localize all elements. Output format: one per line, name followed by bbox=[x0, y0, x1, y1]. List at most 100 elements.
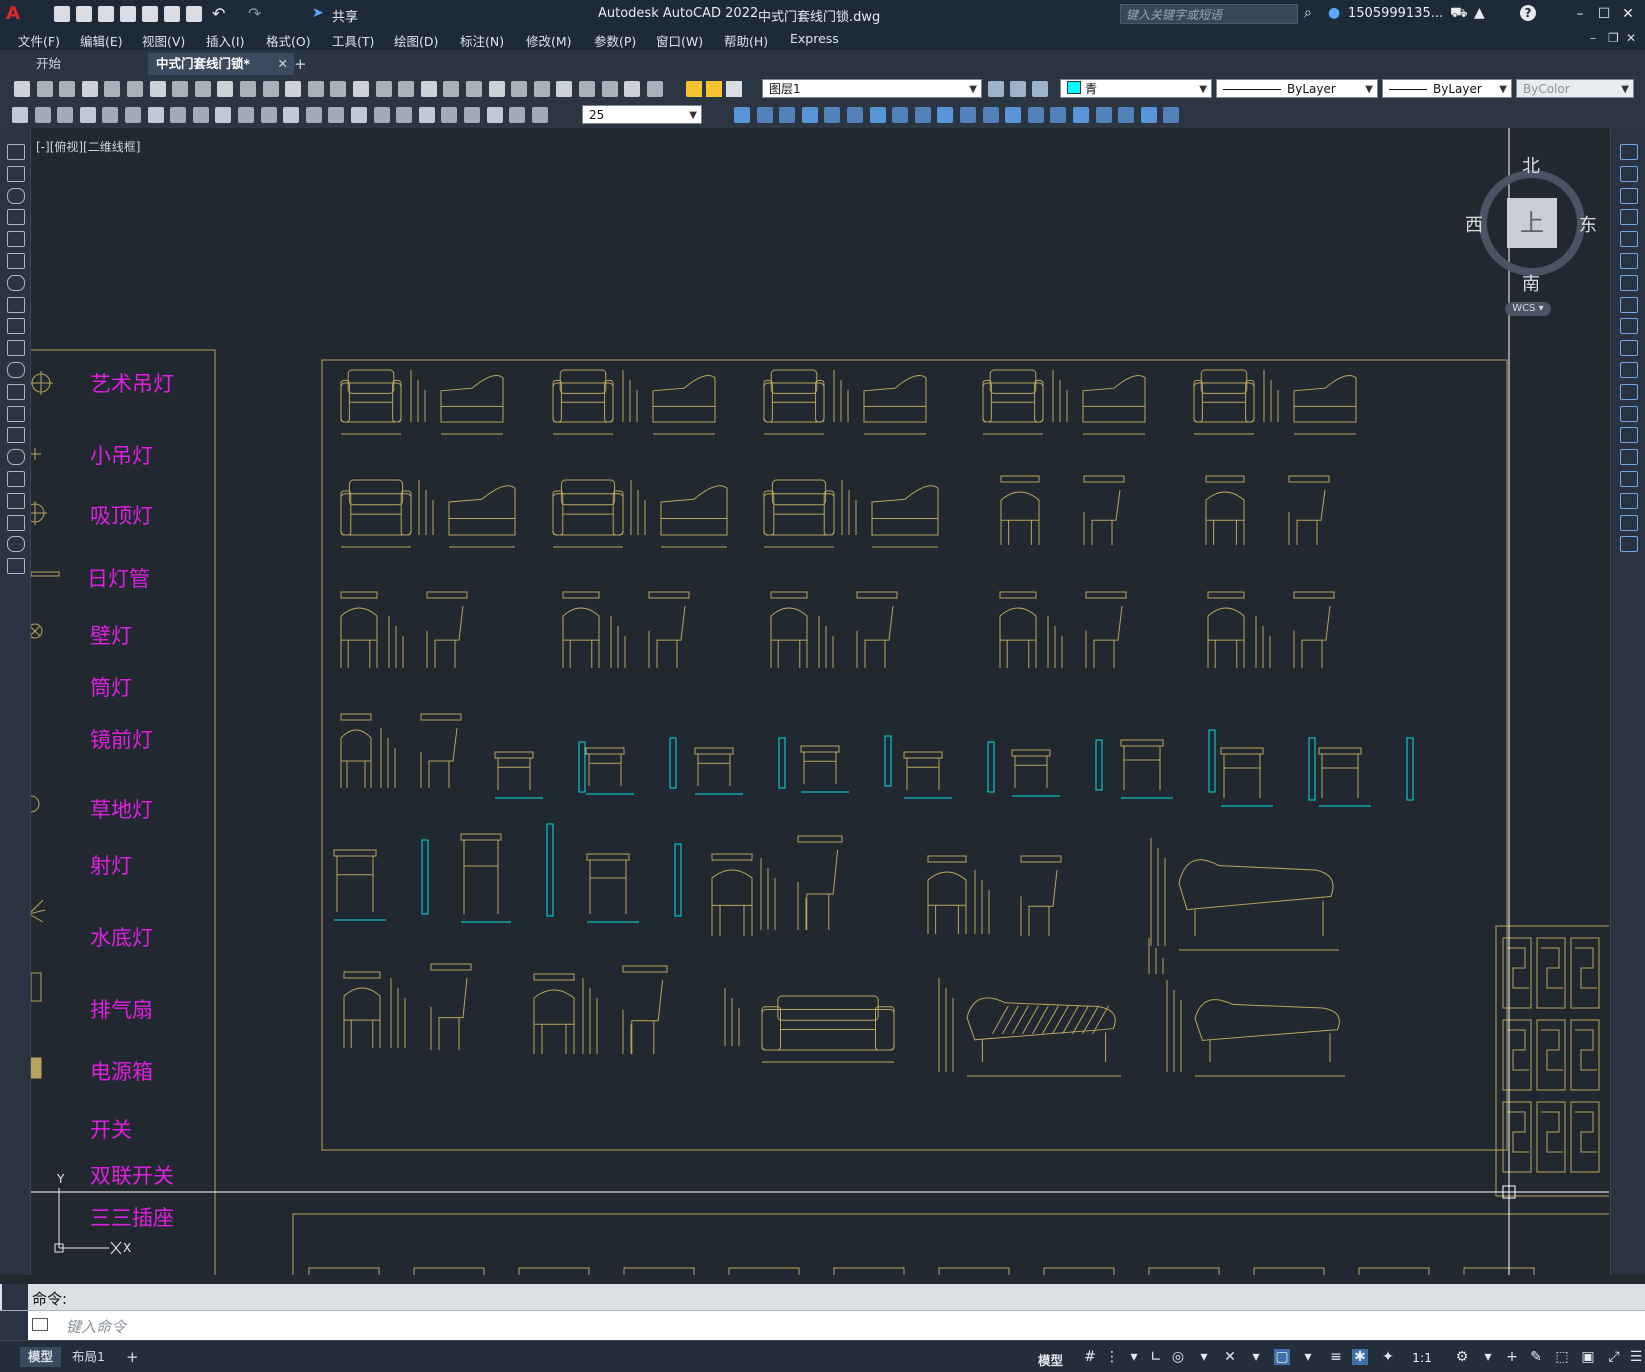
standard-tool-icon[interactable] bbox=[579, 81, 595, 97]
status-toggle-icon[interactable]: ≡ bbox=[1328, 1349, 1344, 1365]
color-dropdown[interactable]: 青 ▼ bbox=[1060, 79, 1212, 98]
search-icon[interactable]: ⌕ bbox=[1304, 5, 1312, 21]
chaise-lounge-block[interactable] bbox=[1194, 999, 1345, 1077]
dimension-block[interactable] bbox=[1166, 980, 1182, 1072]
dimension-block[interactable] bbox=[833, 370, 849, 422]
stool-block[interactable] bbox=[333, 839, 429, 921]
modify-tool-icon[interactable] bbox=[1620, 492, 1638, 509]
modify-tool-icon[interactable] bbox=[1118, 107, 1135, 123]
draw-tool-icon[interactable] bbox=[7, 165, 25, 182]
dimension-block[interactable] bbox=[724, 988, 740, 1046]
stool-block[interactable] bbox=[585, 737, 677, 795]
standard-tool-icon[interactable] bbox=[375, 81, 392, 97]
standard-tool-icon[interactable] bbox=[307, 81, 324, 97]
modify-tool-icon[interactable] bbox=[824, 107, 841, 123]
plotstyle-dropdown[interactable]: ByColor ▼ bbox=[1516, 79, 1634, 98]
sofa-block[interactable] bbox=[1193, 369, 1255, 435]
modify-tool-icon[interactable] bbox=[1620, 514, 1638, 531]
stool-block[interactable] bbox=[800, 735, 892, 793]
dimension-block[interactable] bbox=[410, 370, 426, 422]
standard-tool-icon[interactable] bbox=[646, 81, 663, 97]
standard-tool-icon[interactable] bbox=[127, 81, 143, 97]
modify-tool-icon[interactable] bbox=[1620, 187, 1638, 204]
chair-front-block[interactable] bbox=[1205, 475, 1245, 545]
menu-format[interactable]: 格式(O) bbox=[266, 31, 311, 50]
standard-tool-icon[interactable] bbox=[488, 81, 505, 97]
chair-front-block[interactable] bbox=[340, 591, 378, 668]
dimension-tool-icon[interactable] bbox=[486, 107, 503, 123]
modify-tool-icon[interactable] bbox=[1620, 405, 1638, 422]
modify-tool-icon[interactable] bbox=[1620, 362, 1638, 378]
autocad-logo-icon[interactable]: A bbox=[6, 4, 24, 24]
command-customize-icon[interactable] bbox=[32, 1318, 48, 1331]
standard-tool-icon[interactable] bbox=[330, 81, 347, 97]
dimension-block[interactable] bbox=[1263, 370, 1279, 422]
standard-tool-icon[interactable] bbox=[59, 81, 76, 97]
draw-tool-icon[interactable] bbox=[7, 514, 25, 531]
dimension-tool-icon[interactable] bbox=[418, 107, 435, 123]
draw-tool-icon[interactable] bbox=[7, 231, 25, 248]
modify-tool-icon[interactable] bbox=[1620, 209, 1638, 226]
doc-restore-icon[interactable]: ❐ bbox=[1608, 31, 1619, 45]
sofa-side-block[interactable] bbox=[1293, 375, 1357, 435]
dimension-tool-icon[interactable] bbox=[260, 107, 277, 123]
standard-tool-icon[interactable] bbox=[104, 81, 121, 97]
detail-pattern-block[interactable] bbox=[1502, 937, 1600, 1173]
dimension-tool-icon[interactable] bbox=[57, 107, 74, 123]
wcs-menu[interactable]: WCS ▾ bbox=[1505, 302, 1551, 316]
status-toggle-icon[interactable]: ▾ bbox=[1126, 1349, 1142, 1365]
draw-tool-icon[interactable] bbox=[7, 274, 25, 291]
layer-state-icons[interactable] bbox=[686, 81, 756, 97]
status-toggle-icon[interactable]: + bbox=[1504, 1349, 1520, 1365]
stool-block[interactable] bbox=[1011, 739, 1103, 797]
save-icon[interactable] bbox=[98, 6, 114, 22]
doc-minimize-icon[interactable]: – bbox=[1590, 31, 1596, 45]
cart-icon[interactable]: ⛟ bbox=[1450, 5, 1468, 23]
draw-tool-icon[interactable] bbox=[7, 187, 25, 204]
chair-front-block[interactable] bbox=[1207, 591, 1245, 668]
status-toggle-icon[interactable]: ✎ bbox=[1528, 1349, 1544, 1365]
standard-tool-icon[interactable] bbox=[262, 81, 279, 97]
dimension-tool-icon[interactable] bbox=[102, 107, 119, 123]
status-toggle-icon[interactable]: ☰ bbox=[1628, 1349, 1644, 1365]
modify-tool-icon[interactable] bbox=[1620, 340, 1638, 357]
modify-tool-icon[interactable] bbox=[1620, 427, 1638, 444]
plot-icon[interactable] bbox=[164, 6, 180, 22]
dimension-block[interactable] bbox=[610, 616, 626, 668]
status-toggle-icon[interactable]: ▾ bbox=[1480, 1349, 1496, 1365]
chair-front-block[interactable] bbox=[770, 591, 808, 668]
tab-drawing[interactable]: 中式门套线门锁* ✕ bbox=[148, 53, 294, 75]
close-icon[interactable]: ✕ bbox=[1616, 4, 1640, 24]
dimension-block[interactable] bbox=[760, 858, 776, 930]
standard-tool-icon[interactable] bbox=[420, 81, 437, 97]
bottom-row-blocks[interactable] bbox=[308, 1267, 1535, 1275]
sofa-side-block[interactable] bbox=[1082, 375, 1146, 435]
modify-tool-icon[interactable] bbox=[1140, 107, 1157, 123]
draw-tool-icon[interactable] bbox=[7, 340, 25, 357]
viewcube-north[interactable]: 北 bbox=[1522, 152, 1540, 178]
menu-parametric[interactable]: 参数(P) bbox=[594, 31, 636, 50]
dimension-block[interactable] bbox=[841, 480, 857, 535]
dimension-tool-icon[interactable] bbox=[464, 107, 480, 123]
chair-side-block[interactable] bbox=[797, 835, 843, 930]
model-space-toggle[interactable]: 模型 bbox=[1038, 1350, 1063, 1369]
draw-tool-icon[interactable] bbox=[7, 296, 25, 313]
chair-front-block[interactable] bbox=[927, 855, 967, 934]
menu-help[interactable]: 帮助(H) bbox=[724, 31, 768, 50]
redo-icon[interactable]: ↷ bbox=[248, 4, 261, 23]
sofa-block[interactable] bbox=[763, 479, 835, 548]
chair-side-block[interactable] bbox=[648, 591, 690, 668]
sofa-block[interactable] bbox=[340, 369, 402, 435]
draw-tool-icon[interactable] bbox=[7, 558, 25, 575]
status-toggle-icon[interactable]: ▾ bbox=[1248, 1349, 1264, 1365]
status-toggle-icon[interactable]: ✕ bbox=[1222, 1349, 1238, 1365]
dimension-block[interactable] bbox=[938, 978, 954, 1072]
sofa-side-block[interactable] bbox=[652, 375, 716, 435]
stool-block[interactable] bbox=[494, 741, 586, 799]
modify-tool-icon[interactable] bbox=[1620, 536, 1638, 553]
dimension-block[interactable] bbox=[974, 870, 990, 934]
tab-model[interactable]: 模型 bbox=[20, 1347, 62, 1367]
dimension-tool-icon[interactable] bbox=[305, 107, 322, 123]
dimension-block[interactable] bbox=[630, 480, 646, 535]
chair-side-block[interactable] bbox=[622, 965, 668, 1054]
